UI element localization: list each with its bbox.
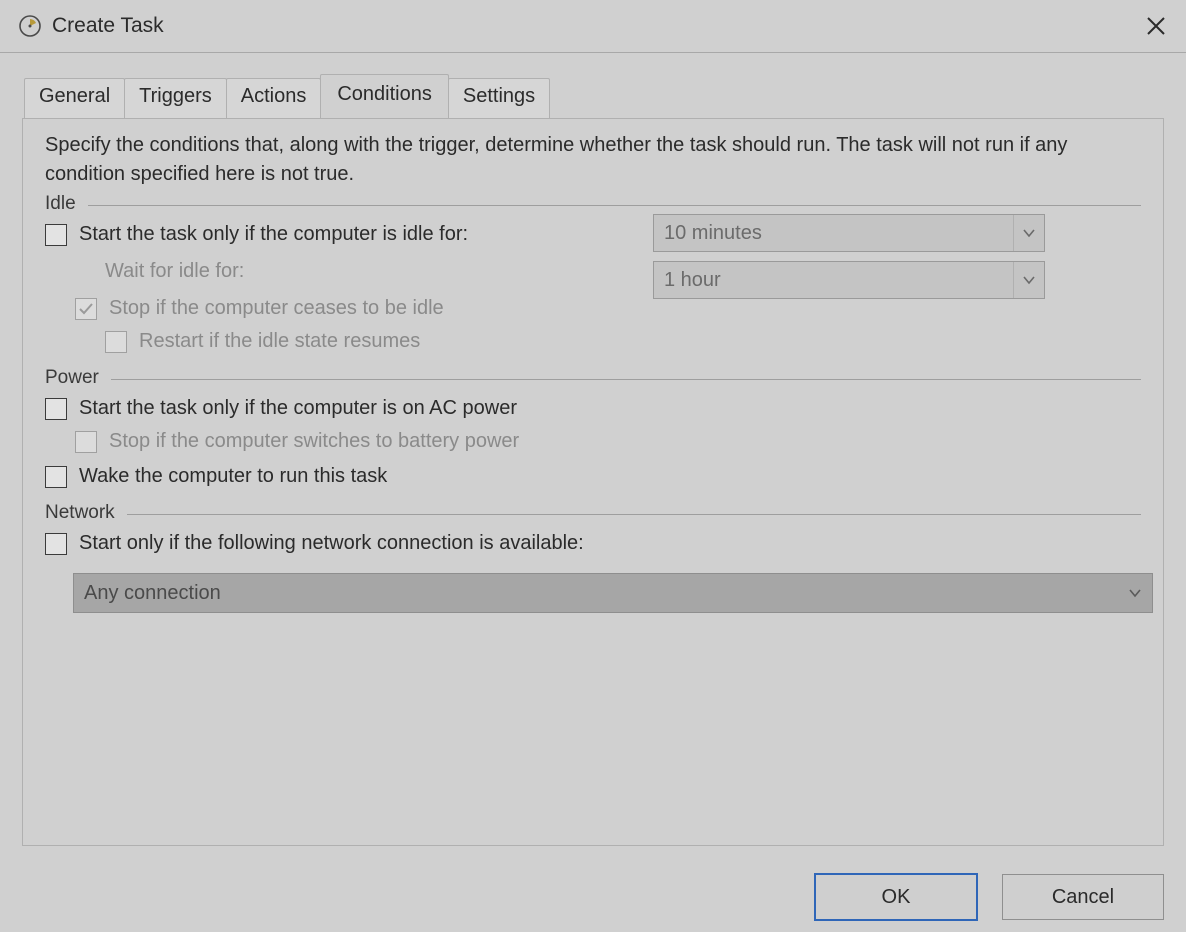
tab-triggers[interactable]: Triggers (124, 78, 227, 118)
clock-icon (18, 14, 42, 38)
title-left: Create Task (18, 14, 164, 38)
section-network: Network (45, 502, 1141, 524)
dialog-footer: OK Cancel (0, 862, 1186, 932)
checkbox-stop-on-battery[interactable] (75, 431, 97, 453)
close-button[interactable] (1134, 4, 1178, 48)
checkbox-stop-if-ceases-idle[interactable] (75, 298, 97, 320)
section-network-rule (127, 514, 1141, 515)
conditions-description: Specify the conditions that, along with … (45, 131, 1135, 189)
combo-wait-for-idle[interactable]: 1 hour (653, 261, 1045, 299)
label-start-only-if-idle: Start the task only if the computer is i… (79, 223, 468, 246)
chevron-down-icon (1013, 262, 1044, 298)
label-start-only-on-ac: Start the task only if the computer is o… (79, 397, 517, 420)
conditions-panel: Specify the conditions that, along with … (22, 118, 1164, 846)
section-power: Power (45, 367, 1141, 389)
label-start-only-if-network: Start only if the following network conn… (79, 532, 584, 555)
combo-network-connection-value: Any connection (84, 582, 221, 605)
combo-idle-duration[interactable]: 10 minutes (653, 214, 1045, 252)
cancel-button[interactable]: Cancel (1002, 874, 1164, 920)
tab-conditions[interactable]: Conditions (320, 74, 449, 114)
tab-general[interactable]: General (24, 78, 125, 118)
label-stop-if-ceases-idle: Stop if the computer ceases to be idle (109, 297, 444, 320)
section-power-rule (111, 379, 1141, 380)
label-stop-on-battery: Stop if the computer switches to battery… (109, 430, 519, 453)
window-title: Create Task (52, 14, 164, 38)
tabstrip: General Triggers Actions Conditions Sett… (24, 78, 549, 118)
chevron-down-icon (1013, 215, 1044, 251)
checkbox-start-only-if-idle[interactable] (45, 224, 67, 246)
close-icon (1146, 16, 1166, 36)
checkbox-start-only-on-ac[interactable] (45, 398, 67, 420)
tab-settings[interactable]: Settings (448, 78, 550, 118)
combo-wait-for-idle-value: 1 hour (664, 269, 721, 292)
titlebar: Create Task (0, 0, 1186, 53)
section-idle-label: Idle (45, 193, 76, 215)
combo-network-connection[interactable]: Any connection (73, 573, 1153, 613)
label-wake-to-run: Wake the computer to run this task (79, 465, 387, 488)
section-idle-rule (88, 205, 1141, 206)
checkbox-wake-to-run[interactable] (45, 466, 67, 488)
section-idle: Idle (45, 193, 1141, 215)
chevron-down-icon (1118, 586, 1152, 600)
combo-idle-duration-value: 10 minutes (664, 222, 762, 245)
label-wait-for-idle: Wait for idle for: (105, 260, 244, 283)
label-restart-if-resumes: Restart if the idle state resumes (139, 330, 420, 353)
section-network-label: Network (45, 502, 115, 524)
tab-actions[interactable]: Actions (226, 78, 322, 118)
checkbox-restart-if-resumes[interactable] (105, 331, 127, 353)
ok-button[interactable]: OK (814, 873, 978, 921)
checkbox-start-only-if-network[interactable] (45, 533, 67, 555)
section-power-label: Power (45, 367, 99, 389)
